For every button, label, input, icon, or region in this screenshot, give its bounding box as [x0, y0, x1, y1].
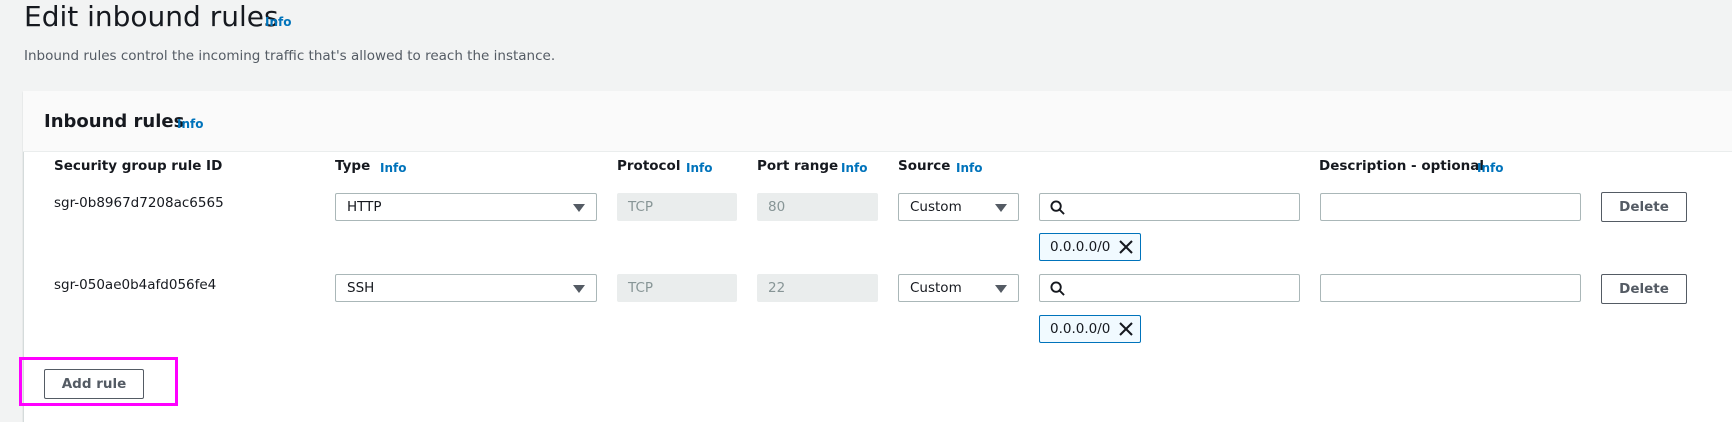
- row-2-type-value: SSH: [347, 280, 375, 296]
- row-2-delete-button[interactable]: Delete: [1601, 274, 1687, 304]
- description-info-link[interactable]: Info: [1477, 161, 1503, 175]
- row-1-source-select[interactable]: Custom: [898, 193, 1019, 221]
- row-1-rule-id: sgr-0b8967d7208ac6565: [54, 195, 224, 211]
- caret-down-icon: [995, 285, 1007, 293]
- search-icon: [1050, 200, 1065, 215]
- close-icon[interactable]: [1119, 240, 1133, 254]
- row-1-source-search-input[interactable]: [1039, 193, 1300, 221]
- panel-header: [23, 91, 1732, 152]
- row-1-protocol-input: TCP: [617, 193, 737, 221]
- row-1-token-label: 0.0.0.0/0: [1050, 239, 1111, 255]
- row-1-source-value: Custom: [910, 199, 962, 215]
- caret-down-icon: [573, 204, 585, 212]
- caret-down-icon: [573, 285, 585, 293]
- column-header-rule-id: Security group rule ID: [54, 158, 223, 174]
- row-1-delete-button[interactable]: Delete: [1601, 192, 1687, 222]
- row-2-description-input[interactable]: [1320, 274, 1581, 302]
- row-2-rule-id: sgr-050ae0b4afd056fe4: [54, 277, 217, 293]
- row-1-type-select[interactable]: HTTP: [335, 193, 597, 221]
- row-1-source-token: 0.0.0.0/0: [1039, 233, 1141, 261]
- page-title-info-link[interactable]: Info: [265, 15, 291, 29]
- row-1-type-value: HTTP: [347, 199, 382, 215]
- caret-down-icon: [995, 204, 1007, 212]
- panel-title: Inbound rules: [44, 111, 185, 132]
- column-header-protocol: Protocol: [617, 158, 681, 174]
- close-icon[interactable]: [1119, 322, 1133, 336]
- protocol-info-link[interactable]: Info: [686, 161, 712, 175]
- column-header-source: Source: [898, 158, 951, 174]
- column-header-description: Description - optional: [1319, 158, 1484, 174]
- row-2-token-label: 0.0.0.0/0: [1050, 321, 1111, 337]
- row-2-source-token: 0.0.0.0/0: [1039, 315, 1141, 343]
- source-info-link[interactable]: Info: [956, 161, 982, 175]
- column-header-type: Type: [335, 158, 371, 174]
- panel-title-info-link[interactable]: Info: [177, 117, 203, 131]
- row-1-port-range-input: 80: [757, 193, 878, 221]
- port-range-info-link[interactable]: Info: [841, 161, 867, 175]
- row-2-source-search-input[interactable]: [1039, 274, 1300, 302]
- row-2-source-select[interactable]: Custom: [898, 274, 1019, 302]
- row-2-type-select[interactable]: SSH: [335, 274, 597, 302]
- column-header-port-range: Port range: [757, 158, 839, 174]
- highlight-box: [19, 357, 178, 406]
- row-1-description-input[interactable]: [1320, 193, 1581, 221]
- page-subtitle: Inbound rules control the incoming traff…: [24, 48, 556, 64]
- page-title: Edit inbound rules: [24, 0, 279, 33]
- type-info-link[interactable]: Info: [380, 161, 406, 175]
- row-2-protocol-input: TCP: [617, 274, 737, 302]
- row-2-source-value: Custom: [910, 280, 962, 296]
- row-2-port-range-input: 22: [757, 274, 878, 302]
- search-icon: [1050, 281, 1065, 296]
